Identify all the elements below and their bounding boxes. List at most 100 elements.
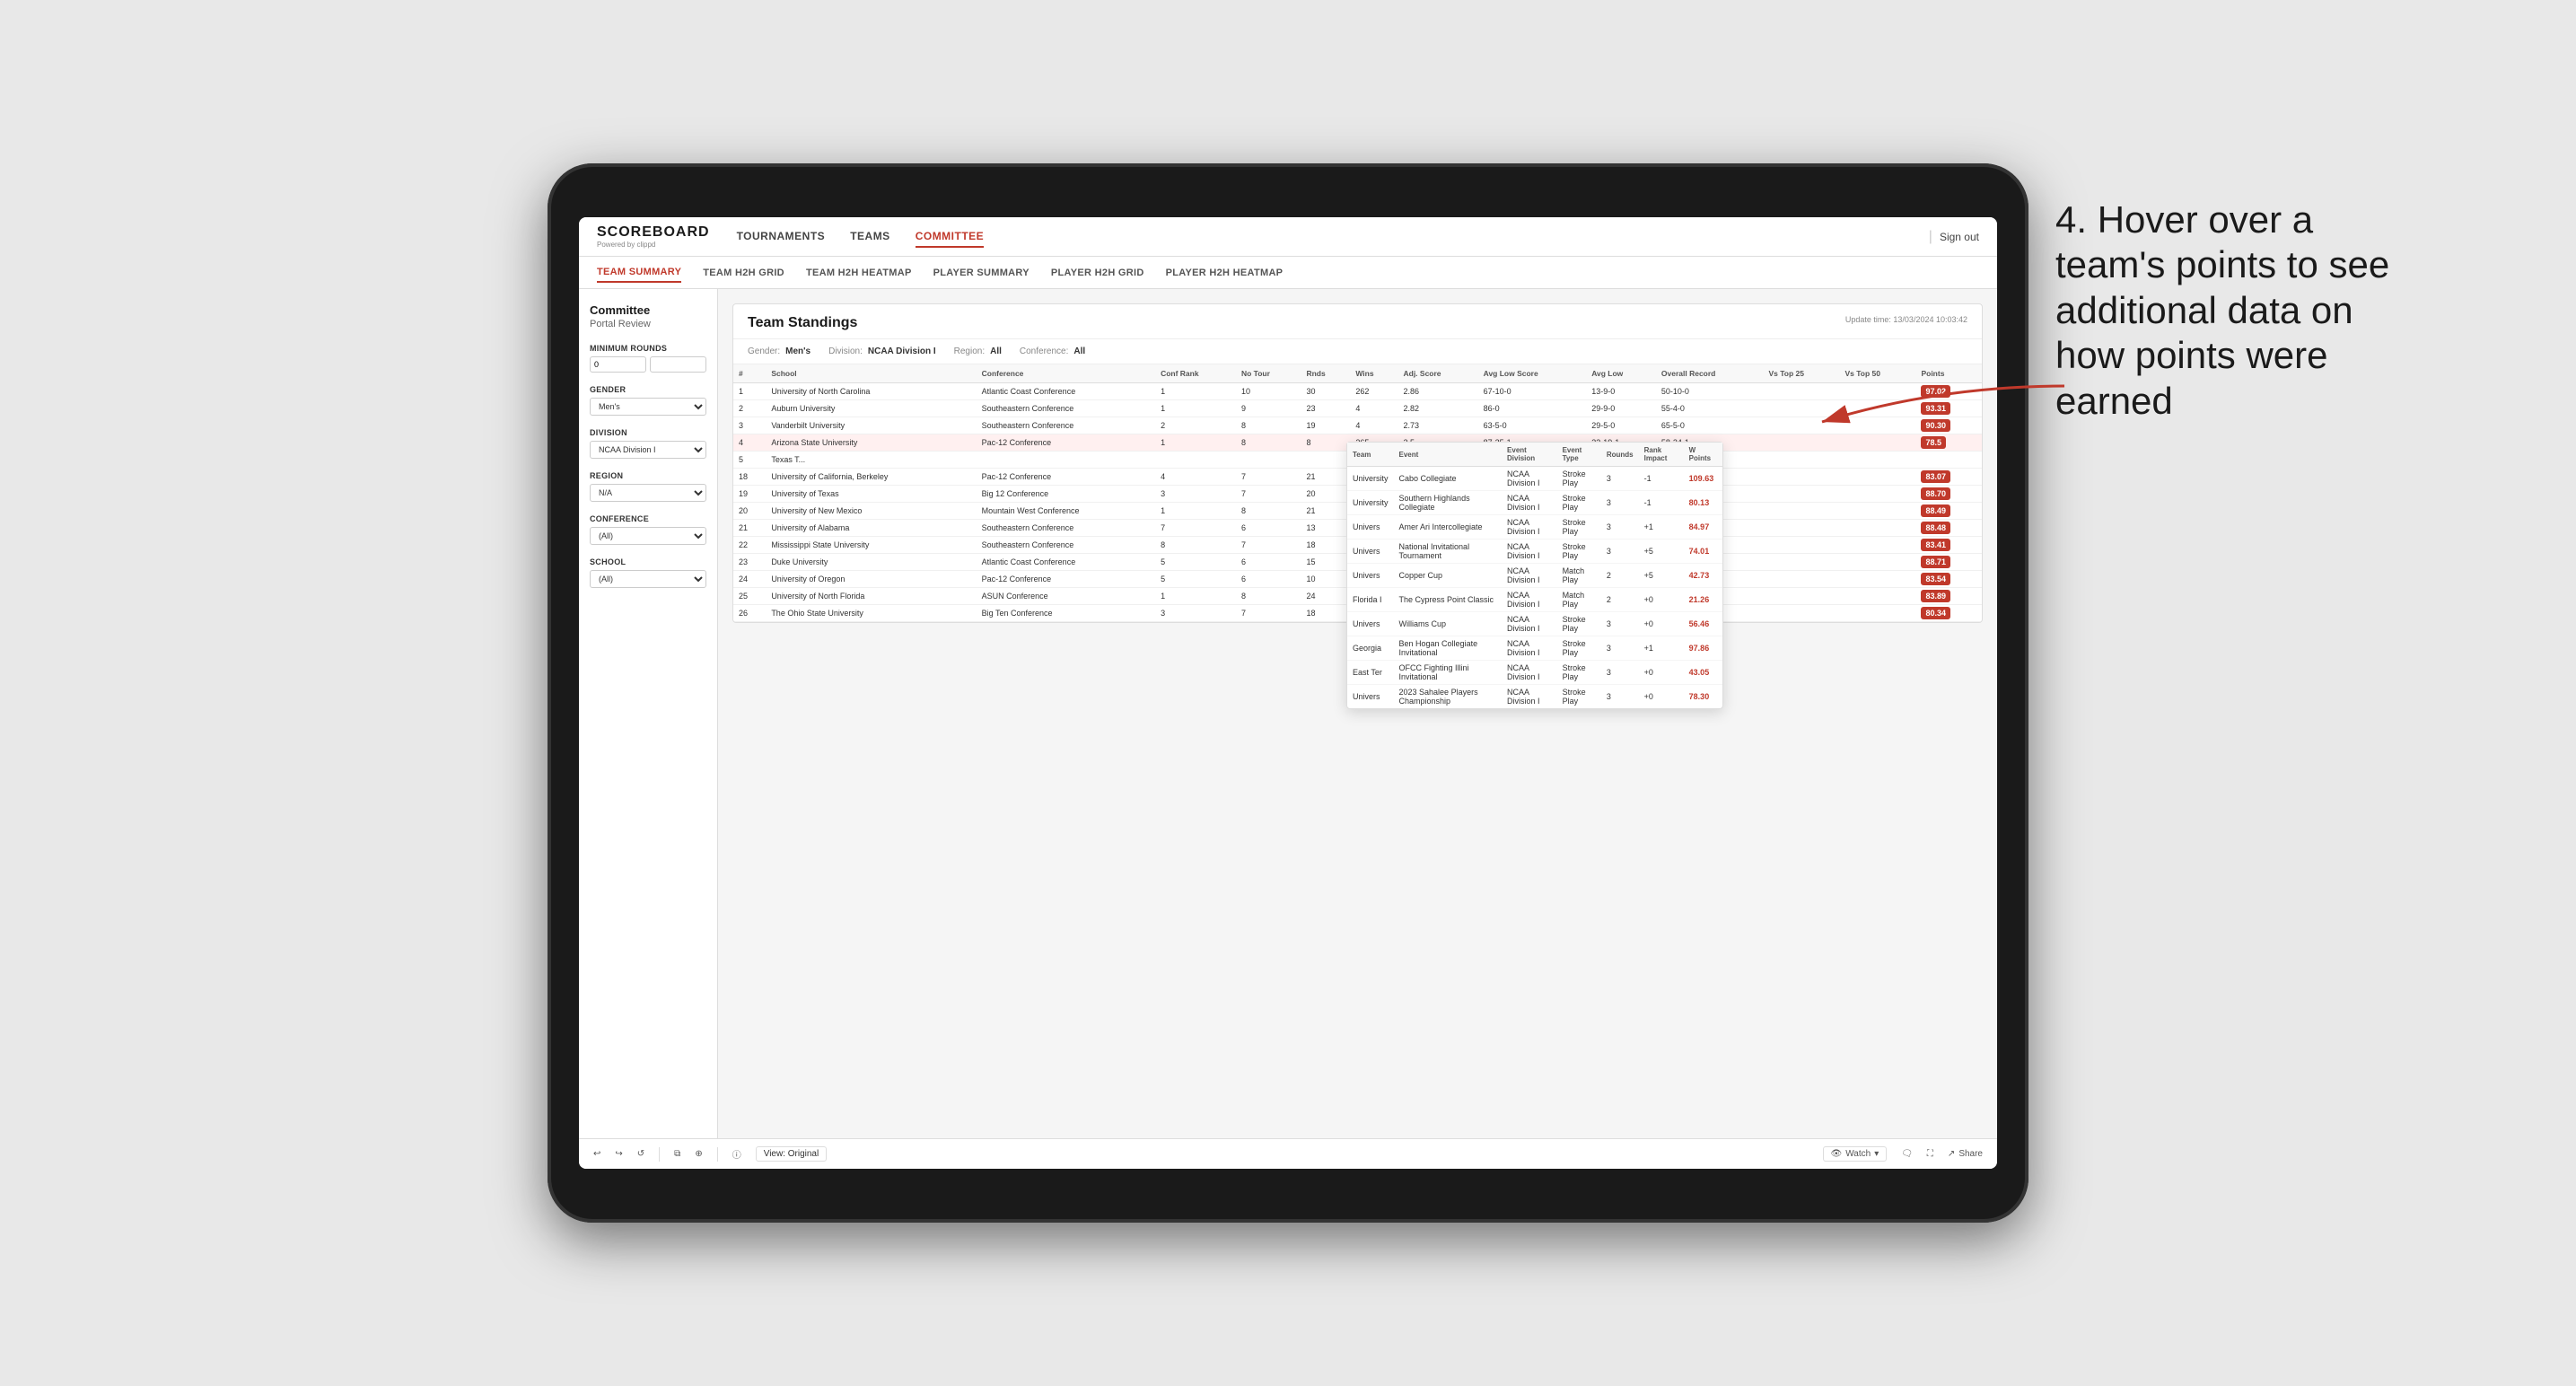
logo-area: SCOREBOARD Powered by clippd <box>597 224 710 249</box>
sub-nav-player-h2h-heatmap[interactable]: PLAYER H2H HEATMAP <box>1166 264 1284 282</box>
cell-vs-top-25 <box>1763 571 1839 588</box>
division-select[interactable]: NCAA Division I <box>590 441 706 459</box>
cell-points[interactable] <box>1915 452 1982 469</box>
watch-chevron: ▾ <box>1874 1149 1879 1159</box>
annotation-arrow <box>1804 377 2073 449</box>
cell-conference: Atlantic Coast Conference <box>977 383 1155 400</box>
cell-rank: 18 <box>733 469 766 486</box>
nav-tournaments[interactable]: TOURNAMENTS <box>737 226 826 248</box>
tt-rounds: 3 <box>1601 539 1639 564</box>
cell-points[interactable]: 80.34 <box>1915 605 1982 622</box>
tooltip-row: Florida I The Cypress Point Classic NCAA… <box>1347 588 1722 612</box>
tt-event: Amer Ari Intercollegiate <box>1394 515 1503 539</box>
min-rounds-input-2[interactable] <box>650 356 706 373</box>
cell-rnds: 18 <box>1301 605 1350 622</box>
tt-event-type: Stroke Play <box>1557 515 1601 539</box>
watch-btn[interactable]: 👁 Watch ▾ <box>1823 1146 1888 1162</box>
cell-school: Vanderbilt University <box>766 417 976 434</box>
school-select[interactable]: (All) <box>590 570 706 588</box>
sign-out-link[interactable]: Sign out <box>1940 231 1979 243</box>
filter-gender: Gender Men's <box>590 385 706 416</box>
logo-sub: Powered by clippd <box>597 241 710 249</box>
cell-vs-top-25 <box>1763 588 1839 605</box>
standings-header: Team Standings Update time: 13/03/2024 1… <box>733 304 1982 339</box>
tt-col-event-type: Event Type <box>1557 443 1601 467</box>
sub-nav-team-h2h-heatmap[interactable]: TEAM H2H HEATMAP <box>806 264 912 282</box>
sub-nav-player-h2h-grid[interactable]: PLAYER H2H GRID <box>1051 264 1144 282</box>
cell-points[interactable]: 83.07 <box>1915 469 1982 486</box>
filter-row: Gender: Men's Division: NCAA Division I … <box>733 339 1982 364</box>
cell-adj-score: 2.86 <box>1398 383 1477 400</box>
sub-nav-player-summary[interactable]: PLAYER SUMMARY <box>933 264 1030 282</box>
sub-nav-team-h2h-grid[interactable]: TEAM H2H GRID <box>703 264 784 282</box>
cell-wins: 4 <box>1350 400 1398 417</box>
cell-points[interactable]: 88.48 <box>1915 520 1982 537</box>
conference-select[interactable]: (All) <box>590 527 706 545</box>
tt-w-points: 56.46 <box>1684 612 1722 624</box>
school-label: School <box>590 557 706 566</box>
tt-team: Univers <box>1347 539 1394 564</box>
cell-conference: Southeastern Conference <box>977 520 1155 537</box>
tt-w-points: 42.73 <box>1684 564 1722 588</box>
tooltip-table: Team Event Event Division Event Type Rou… <box>1347 443 1722 623</box>
tooltip-row: Univers Copper Cup NCAA Division I Match… <box>1347 564 1722 588</box>
nav-committee[interactable]: COMMITTEE <box>916 226 985 248</box>
cell-conf-rank: 1 <box>1155 434 1236 452</box>
cell-points[interactable]: 88.71 <box>1915 554 1982 571</box>
col-no-tour: No Tour <box>1236 364 1301 383</box>
cell-vs-top-25 <box>1763 469 1839 486</box>
cell-conf-rank: 1 <box>1155 400 1236 417</box>
cell-conf-rank: 1 <box>1155 588 1236 605</box>
cell-vs-top-50 <box>1839 503 1915 520</box>
cell-points[interactable]: 88.70 <box>1915 486 1982 503</box>
sub-nav-team-summary[interactable]: TEAM SUMMARY <box>597 263 681 283</box>
tt-rounds: 3 <box>1601 467 1639 491</box>
tt-team: University <box>1347 491 1394 515</box>
reset-btn[interactable]: ↺ <box>637 1149 644 1159</box>
cell-conference: Atlantic Coast Conference <box>977 554 1155 571</box>
region-select[interactable]: N/A <box>590 484 706 502</box>
cell-rnds: 18 <box>1301 537 1350 554</box>
cell-points[interactable]: 83.54 <box>1915 571 1982 588</box>
cell-vs-top-25 <box>1763 452 1839 469</box>
nav-teams[interactable]: TEAMS <box>850 226 890 248</box>
paste-btn[interactable]: ⊕ <box>695 1149 702 1159</box>
tooltip-row: University Cabo Collegiate NCAA Division… <box>1347 467 1722 491</box>
cell-vs-top-25 <box>1763 605 1839 622</box>
nav-divider: | <box>1929 229 1932 245</box>
gender-select[interactable]: Men's <box>590 398 706 416</box>
info-btn[interactable]: ⓘ <box>732 1147 741 1161</box>
cell-conf-rank: 1 <box>1155 503 1236 520</box>
cell-conference: Southeastern Conference <box>977 417 1155 434</box>
cell-rnds: 21 <box>1301 469 1350 486</box>
col-avg-low: Avg Low <box>1586 364 1656 383</box>
view-original-btn[interactable]: View: Original <box>756 1146 828 1162</box>
cell-avg-low: 13-9-0 <box>1586 383 1656 400</box>
cell-points[interactable]: 83.89 <box>1915 588 1982 605</box>
cell-overall-record: 55-4-0 <box>1656 400 1764 417</box>
tt-event-division: NCAA Division I <box>1502 491 1557 515</box>
cell-rank: 24 <box>733 571 766 588</box>
tt-event-type: Stroke Play <box>1557 467 1601 491</box>
tt-col-event: Event <box>1394 443 1503 467</box>
feedback-btn[interactable]: 🗨 <box>1901 1149 1913 1159</box>
tt-rank-impact: +5 <box>1639 539 1684 564</box>
cell-no-tour: 7 <box>1236 605 1301 622</box>
tt-team: Univers <box>1347 612 1394 624</box>
min-rounds-input[interactable] <box>590 356 646 373</box>
share-btn[interactable]: ↗ Share <box>1948 1149 1983 1159</box>
update-time: Update time: 13/03/2024 10:03:42 <box>1845 315 1967 324</box>
filter-region: Region N/A <box>590 471 706 502</box>
cell-conf-rank: 5 <box>1155 554 1236 571</box>
conference-label: Conference <box>590 514 706 523</box>
eye-icon: 👁 <box>1831 1149 1843 1159</box>
top-nav: SCOREBOARD Powered by clippd TOURNAMENTS… <box>579 217 1997 257</box>
toolbar-divider-1 <box>659 1147 660 1162</box>
cell-points[interactable]: 83.41 <box>1915 537 1982 554</box>
cell-points[interactable]: 88.49 <box>1915 503 1982 520</box>
expand-btn[interactable]: ⛶ <box>1927 1149 1933 1159</box>
redo-btn[interactable]: ↪ <box>615 1149 622 1159</box>
undo-btn[interactable]: ↩ <box>593 1149 600 1159</box>
cell-rnds: 13 <box>1301 520 1350 537</box>
copy-btn[interactable]: ⧉ <box>674 1149 680 1159</box>
